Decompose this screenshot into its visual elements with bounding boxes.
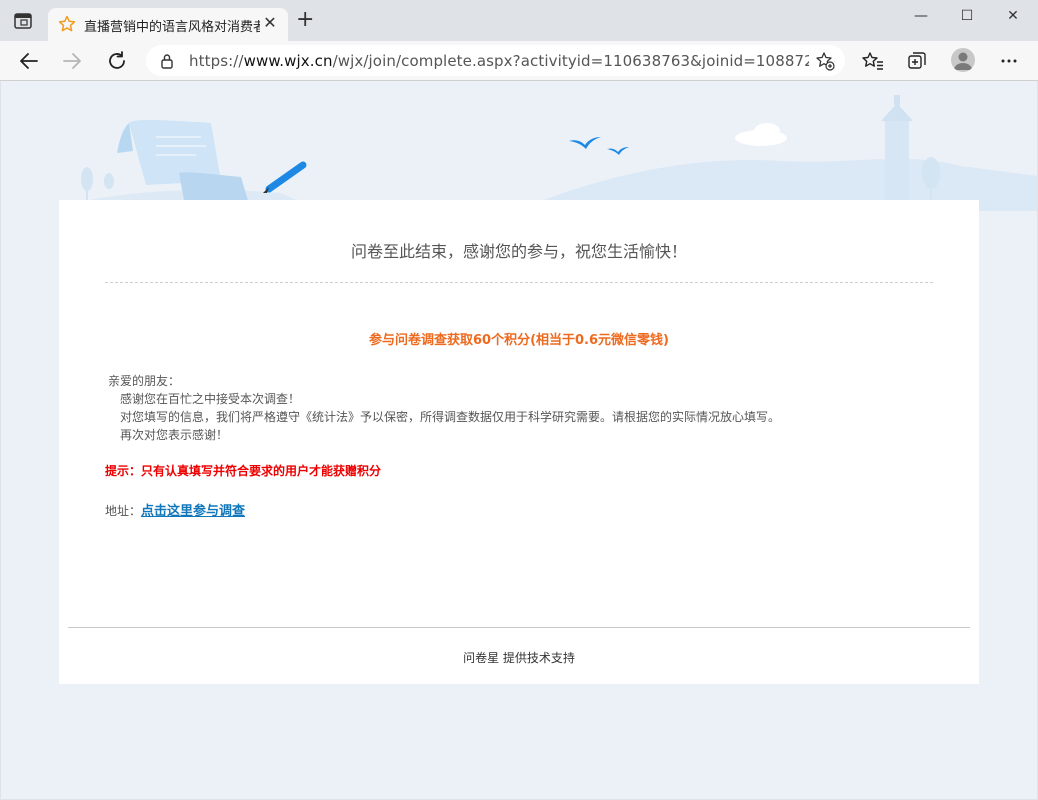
- forward-arrow-icon[interactable]: [61, 50, 83, 72]
- browser-toolbar: https://www.wjx.cn/wjx/join/complete.asp…: [0, 41, 1038, 81]
- join-survey-link[interactable]: 点击这里参与调查: [141, 504, 245, 519]
- window-minimize-button[interactable]: —: [898, 4, 944, 28]
- letter-line: 再次对您表示感谢！: [120, 428, 229, 442]
- letter-line: 对您填写的信息，我们将严格遵守《统计法》予以保密，所得调查数据仅用于科学研究需要…: [120, 410, 781, 424]
- tab-close-icon[interactable]: ✕: [261, 14, 279, 32]
- back-arrow-icon[interactable]: [18, 50, 40, 72]
- footer-divider: [68, 627, 970, 628]
- page-viewport[interactable]: 问卷至此结束，感谢您的参与，祝您生活愉快！ 参与问卷调查获取60个积分(相当于0…: [1, 81, 1037, 799]
- refresh-icon[interactable]: [106, 50, 128, 72]
- url-host: www.wjx.cn: [243, 52, 333, 70]
- window-close-button[interactable]: ✕: [990, 4, 1036, 28]
- new-tab-button[interactable]: +: [296, 9, 314, 31]
- letter-line: 感谢您在百忙之中接受本次调查！: [120, 392, 301, 406]
- address-bar[interactable]: https://www.wjx.cn/wjx/join/complete.asp…: [146, 45, 845, 76]
- star-favicon-icon: [58, 15, 76, 32]
- collections-icon[interactable]: [906, 50, 928, 72]
- completion-heading: 问卷至此结束，感谢您的参与，祝您生活愉快！: [350, 242, 687, 261]
- dashed-divider: [105, 282, 933, 283]
- add-favorite-icon[interactable]: [815, 51, 835, 71]
- powered-by-footer: 问卷星 提供技术支持: [463, 651, 575, 665]
- browser-tab[interactable]: 直播营销中的语言风格对消费者购买意愿的影响 ✕: [48, 8, 288, 41]
- window-menu-icon[interactable]: [14, 13, 32, 29]
- points-promo-text: 参与问卷调查获取60个积分(相当于0.6元微信零钱): [368, 333, 669, 348]
- tab-title: 直播营销中的语言风格对消费者购买意愿的影响: [84, 20, 260, 35]
- person-silhouette-icon: [954, 52, 972, 70]
- banner-illustration: [61, 95, 1037, 211]
- favorites-icon[interactable]: [862, 50, 884, 72]
- thank-you-letter: 亲爱的朋友： 感谢您在百忙之中接受本次调查！ 对您填写的信息，我们将严格遵守《统…: [108, 372, 908, 444]
- window-maximize-button[interactable]: ☐: [944, 4, 990, 28]
- more-menu-icon[interactable]: [998, 50, 1020, 72]
- lock-icon[interactable]: [160, 53, 174, 69]
- url-scheme: https://: [189, 52, 244, 70]
- completion-card: 问卷至此结束，感谢您的参与，祝您生活愉快！ 参与问卷调查获取60个积分(相当于0…: [59, 200, 979, 684]
- address-label: 地址：: [105, 504, 142, 518]
- url-path: /wjx/join/complete.aspx?activityid=11063…: [332, 52, 809, 70]
- url-text[interactable]: https://www.wjx.cn/wjx/join/complete.asp…: [189, 52, 809, 70]
- points-tip: 提示：只有认真填写并符合要求的用户才能获赠积分: [105, 464, 382, 478]
- browser-title-bar: 直播营销中的语言风格对消费者购买意愿的影响 ✕ + — ☐ ✕: [0, 0, 1038, 41]
- profile-avatar-icon[interactable]: [951, 48, 975, 72]
- letter-greeting: 亲爱的朋友：: [108, 374, 181, 388]
- survey-address: 地址：点击这里参与调查: [105, 500, 245, 519]
